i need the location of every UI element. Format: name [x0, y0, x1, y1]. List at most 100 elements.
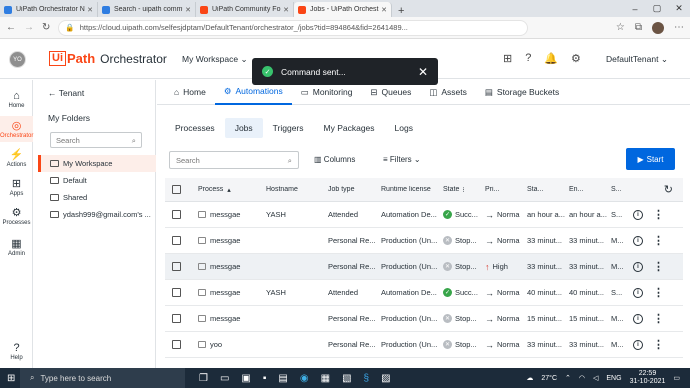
subtab-logs[interactable]: Logs: [385, 118, 423, 138]
close-icon[interactable]: ✕: [185, 6, 191, 14]
clock[interactable]: 22:59 31-10-2021: [630, 370, 666, 386]
col-source[interactable]: S...: [611, 186, 633, 193]
close-window-button[interactable]: ✕: [668, 3, 690, 14]
rail-item-admin[interactable]: ▦ Admin: [0, 237, 33, 257]
subtab-jobs[interactable]: Jobs: [224, 118, 263, 138]
bell-icon[interactable]: 🔔: [544, 52, 558, 65]
more-options-icon[interactable]: ⋮: [653, 234, 664, 247]
folder-item-shared[interactable]: Shared: [38, 189, 156, 206]
info-icon[interactable]: i: [633, 339, 643, 350]
help-icon[interactable]: ?: [525, 52, 531, 65]
more-options-icon[interactable]: ⋮: [653, 208, 664, 221]
filters-button[interactable]: ≡ Filters ⌄: [383, 155, 421, 164]
app-icon[interactable]: ▦: [321, 373, 330, 384]
explorer-icon[interactable]: ▭: [220, 373, 229, 384]
tab-home[interactable]: ⌂ Home: [165, 80, 215, 105]
table-row[interactable]: messgae YASH Attended Automation De... ✓ Succ…: [165, 202, 683, 228]
info-icon[interactable]: i: [633, 209, 643, 220]
more-options-icon[interactable]: ⋮: [653, 338, 664, 351]
more-options-icon[interactable]: ⋮: [653, 260, 664, 273]
row-checkbox[interactable]: [172, 340, 181, 349]
folder-item-user[interactable]: ydash999@gmail.com's ...: [38, 206, 156, 223]
close-icon[interactable]: ✕: [381, 6, 387, 14]
folder-search-input[interactable]: Search ⌕: [50, 132, 142, 148]
info-icon[interactable]: i: [633, 313, 643, 324]
forward-icon[interactable]: →: [24, 22, 34, 33]
close-icon[interactable]: ✕: [418, 65, 428, 79]
windows-start-icon[interactable]: ⊞: [7, 373, 15, 384]
info-icon[interactable]: i: [633, 287, 643, 298]
url-field[interactable]: 🔒 https://cloud.uipath.com/selfesjdptam/…: [58, 19, 529, 36]
rail-item-orchestrator[interactable]: ◎ Orchestrator: [0, 116, 33, 142]
minimize-button[interactable]: –: [624, 4, 646, 14]
chevron-up-icon[interactable]: ⌃: [565, 374, 571, 382]
browser-tab[interactable]: UiPath Community Forum✕: [196, 2, 294, 17]
user-avatar[interactable]: YO: [9, 51, 26, 68]
profile-avatar[interactable]: [652, 21, 664, 34]
rail-item-help[interactable]: ? Help: [0, 342, 33, 361]
browser-tab[interactable]: UiPath Orchestrator New Design✕: [0, 2, 98, 17]
folder-item-default[interactable]: Default: [38, 172, 156, 189]
tenant-link[interactable]: ← Tenant: [48, 88, 84, 98]
more-options-icon[interactable]: ⋮: [653, 286, 664, 299]
taskbar-search[interactable]: ⌕ Type here to search: [20, 368, 185, 388]
uipath-logo[interactable]: Ui Path Orchestrator: [49, 51, 167, 66]
back-icon[interactable]: ←: [6, 22, 16, 33]
reload-icon[interactable]: ↻: [42, 22, 50, 33]
folder-item-my-workspace[interactable]: My Workspace: [38, 155, 156, 172]
volume-icon[interactable]: ◁: [593, 374, 598, 382]
subtab-my-packages[interactable]: My Packages: [314, 118, 385, 138]
col-state[interactable]: State ⁝: [443, 186, 485, 194]
col-process[interactable]: Process ▴: [198, 186, 266, 194]
notification-icon[interactable]: ▭: [673, 374, 680, 382]
browser-tab[interactable]: Search - uipath community✕: [98, 2, 196, 17]
table-row[interactable]: messgae YASH Attended Automation De... ✓ Succ…: [165, 280, 683, 306]
col-runtime-license[interactable]: Runtime license: [381, 186, 443, 193]
info-icon[interactable]: i: [633, 235, 643, 246]
tenant-selector[interactable]: DefaultTenant ⌄: [606, 54, 668, 65]
select-all-checkbox[interactable]: [172, 185, 181, 194]
app-icon[interactable]: ▪: [263, 373, 267, 384]
favorites-icon[interactable]: ☆: [616, 22, 625, 33]
collections-icon[interactable]: ⧉: [635, 22, 642, 33]
subtab-processes[interactable]: Processes: [165, 118, 225, 138]
row-checkbox[interactable]: [172, 262, 181, 271]
task-view-icon[interactable]: ❐: [199, 373, 208, 384]
subtab-triggers[interactable]: Triggers: [263, 118, 314, 138]
table-row[interactable]: yoo Personal Re... Production (Un... ✕ Stop.…: [165, 332, 683, 358]
rail-item-actions[interactable]: ⚡ Actions: [0, 148, 33, 168]
close-icon[interactable]: ✕: [283, 6, 289, 14]
columns-button[interactable]: ▥ Columns: [314, 155, 355, 164]
workspace-selector[interactable]: My Workspace ⌄: [182, 54, 248, 65]
wifi-icon[interactable]: ◠: [579, 374, 585, 382]
maximize-button[interactable]: ▢: [646, 3, 668, 14]
col-started[interactable]: Sta...: [527, 186, 569, 193]
close-icon[interactable]: ✕: [87, 6, 93, 14]
info-icon[interactable]: i: [633, 261, 643, 272]
col-priority[interactable]: Pri...: [485, 186, 527, 193]
menu-icon[interactable]: ⋯: [674, 22, 684, 33]
row-checkbox[interactable]: [172, 314, 181, 323]
more-options-icon[interactable]: ⋮: [653, 312, 664, 325]
settings-icon[interactable]: ⚙: [571, 52, 581, 65]
col-job-type[interactable]: Job type: [328, 186, 381, 193]
browser-tab-active[interactable]: Jobs - UiPath Orchestrator✕: [294, 2, 392, 17]
jobs-search-input[interactable]: Search ⌕: [169, 151, 299, 169]
app-icon[interactable]: ▤: [278, 373, 287, 384]
refresh-button[interactable]: ↻: [633, 183, 673, 196]
app-icon[interactable]: ▧: [342, 373, 351, 384]
new-tab-button[interactable]: +: [392, 5, 410, 17]
col-hostname[interactable]: Hostname: [266, 186, 328, 193]
app-icon[interactable]: ▨: [381, 373, 390, 384]
rail-item-processes[interactable]: ⚙ Processes: [0, 206, 33, 226]
tab-storage-buckets[interactable]: ▤ Storage Buckets: [476, 80, 568, 105]
row-checkbox[interactable]: [172, 210, 181, 219]
col-ended[interactable]: En...: [569, 186, 611, 193]
uipath-app-icon[interactable]: §: [364, 373, 370, 384]
rail-item-apps[interactable]: ⊞ Apps: [0, 177, 33, 197]
edge-icon[interactable]: ◉: [300, 373, 309, 384]
row-checkbox[interactable]: [172, 236, 181, 245]
add-icon[interactable]: ⊞: [503, 52, 512, 65]
table-row[interactable]: messgae Personal Re... Production (Un... ✕ S…: [165, 254, 683, 280]
rail-item-home[interactable]: ⌂ Home: [0, 90, 33, 109]
